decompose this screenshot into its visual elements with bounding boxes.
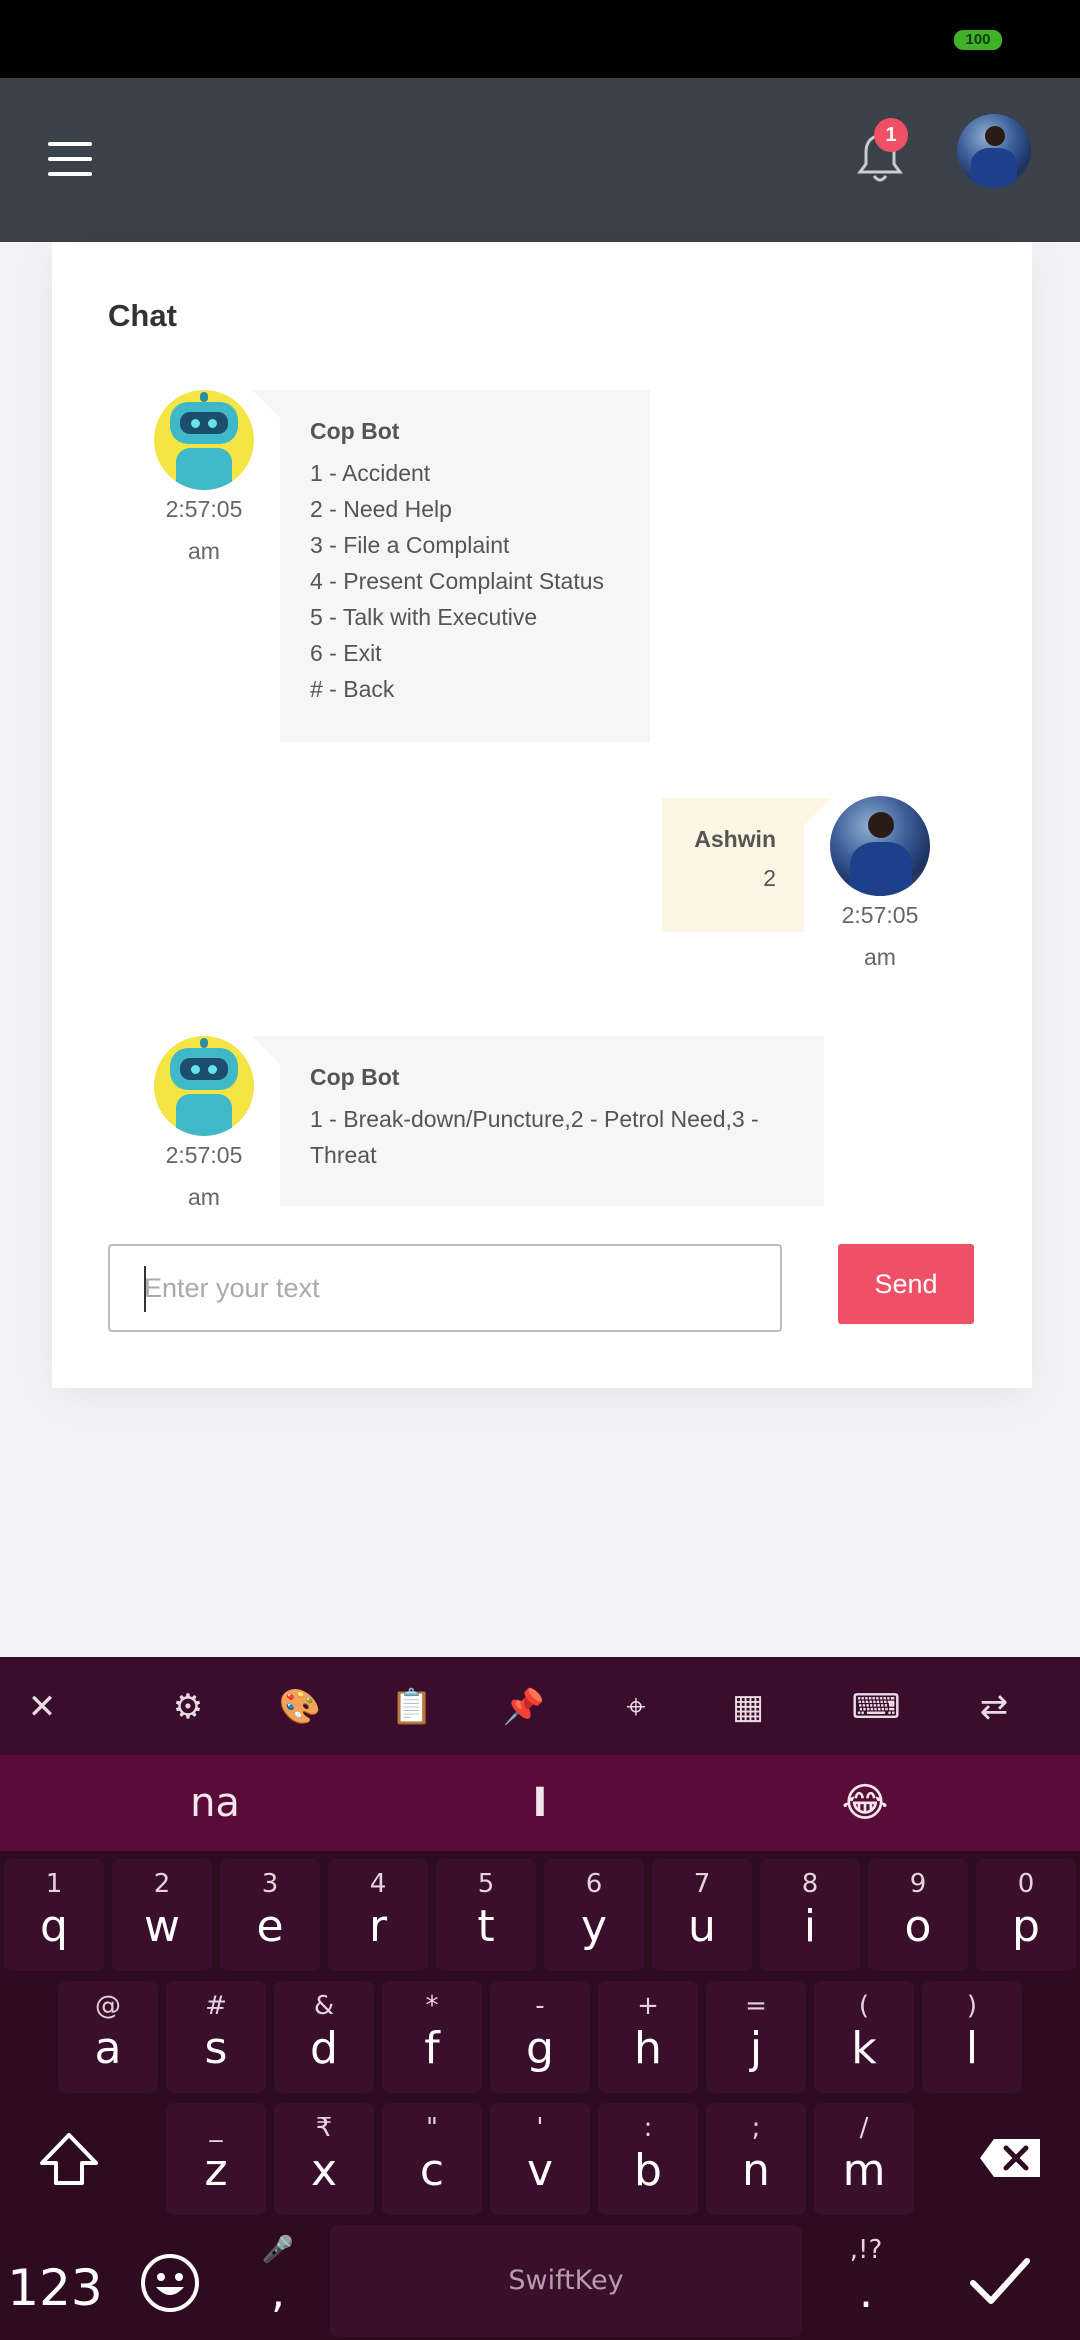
message-line: 6 - Exit (310, 640, 382, 666)
message-line: 1 - Accident (310, 460, 431, 486)
profile-avatar[interactable] (957, 114, 1031, 188)
message-time: 2:57:05 am (841, 902, 919, 970)
backspace-key[interactable] (946, 2103, 1076, 2215)
key[interactable]: 9o (868, 1859, 968, 1971)
key[interactable]: 6y (544, 1859, 644, 1971)
key[interactable]: ' v (490, 2103, 590, 2215)
key[interactable]: * f (382, 1981, 482, 2093)
spacebar[interactable]: SwiftKey (330, 2225, 802, 2337)
bubble-tail (804, 798, 832, 826)
key[interactable]: :b (598, 2103, 698, 2215)
gear-icon[interactable]: ⚙ (166, 1687, 210, 1727)
message-line: 1 - Break-down/Puncture,2 - Petrol Need,… (310, 1106, 759, 1132)
bot-message-bubble: Cop Bot 1 - Accident 2 - Need Help 3 - F… (280, 390, 650, 742)
message-input[interactable]: Enter your text (108, 1244, 782, 1332)
notification-badge: 1 (874, 118, 908, 152)
key[interactable]: " c (382, 2103, 482, 2215)
keyboard-toolbar: ✕ ⚙ 🎨 📋 📌 ⌖ ▦ ⌨ ⇄ (0, 1657, 1080, 1755)
chat-card: Chat 2:57:05 am Cop Bot 1 - Accident 2 - … (52, 242, 1032, 1388)
key[interactable]: 2w (112, 1859, 212, 1971)
key[interactable]: 5t (436, 1859, 536, 1971)
microphone-icon: 🎤 (261, 2235, 295, 2265)
checkmark-icon (970, 2258, 1030, 2304)
message-line: 2 - Need Help (310, 496, 452, 522)
bot-avatar (154, 390, 254, 490)
key[interactable]: 3e (220, 1859, 320, 1971)
shift-icon (40, 2133, 98, 2185)
clipboard-icon[interactable]: 📋 (390, 1687, 434, 1727)
key[interactable]: 0p (976, 1859, 1076, 1971)
message-line: # - Back (310, 676, 395, 702)
key[interactable]: 8i (760, 1859, 860, 1971)
user-message-bubble: Ashwin 2 (662, 798, 804, 932)
key[interactable]: = j (706, 1981, 806, 2093)
backspace-icon (980, 2139, 1040, 2177)
input-placeholder: Enter your text (144, 1273, 320, 1303)
keyboard-icon[interactable]: ⌨ (848, 1687, 904, 1727)
close-icon[interactable]: ✕ (20, 1687, 64, 1727)
battery-indicator: 100 (954, 30, 1002, 50)
key[interactable]: ) l (922, 1981, 1022, 2093)
period-key[interactable]: ,!?. (816, 2225, 916, 2337)
key[interactable]: -g (490, 1981, 590, 2093)
suggestion[interactable]: na (0, 1755, 430, 1851)
key[interactable]: ; n (706, 2103, 806, 2215)
translate-icon[interactable]: ⇄ (972, 1687, 1016, 1727)
suggestion[interactable]: 😂 (650, 1755, 1080, 1851)
user-avatar (830, 796, 930, 896)
message-sender: Cop Bot (310, 1064, 400, 1090)
key[interactable]: / m (814, 2103, 914, 2215)
message-sender: Cop Bot (310, 418, 400, 444)
location-icon[interactable]: ⌖ (614, 1687, 658, 1727)
shift-key[interactable] (4, 2103, 134, 2215)
message-line: Threat (310, 1142, 377, 1168)
send-button[interactable]: Send (838, 1244, 974, 1324)
message-time: 2:57:05 am (165, 1142, 243, 1210)
message-sender: Ashwin (694, 826, 776, 852)
key[interactable]: # s (166, 1981, 266, 2093)
bubble-tail (252, 390, 280, 418)
text-caret (144, 1266, 146, 1312)
key[interactable]: ₹ x (274, 2103, 374, 2215)
numbers-key[interactable]: 123 (0, 2225, 110, 2337)
comma-key[interactable]: 🎤 , (228, 2225, 328, 2337)
pin-icon[interactable]: 📌 (502, 1687, 546, 1727)
emoji-key[interactable] (120, 2225, 220, 2337)
key[interactable]: @ a (58, 1981, 158, 2093)
bot-avatar (154, 1036, 254, 1136)
suggestion[interactable]: I (430, 1755, 650, 1851)
key[interactable]: (k (814, 1981, 914, 2093)
bubble-tail (252, 1036, 280, 1064)
message-line: 5 - Talk with Executive (310, 604, 538, 630)
message-line: 4 - Present Complaint Status (310, 568, 605, 594)
message-line: 3 - File a Complaint (310, 532, 510, 558)
message-line: 2 (763, 865, 776, 891)
palette-icon[interactable]: 🎨 (278, 1687, 322, 1727)
key[interactable]: & d (274, 1981, 374, 2093)
key[interactable]: + h (598, 1981, 698, 2093)
smiley-icon (141, 2254, 199, 2312)
page-title: Chat (108, 298, 177, 333)
key[interactable]: 1q (4, 1859, 104, 1971)
status-bar: 100 (0, 0, 1080, 78)
enter-key[interactable] (940, 2225, 1060, 2337)
keyboard: ✕ ⚙ 🎨 📋 📌 ⌖ ▦ ⌨ ⇄ na I 😂 1q 2w 3e 4r 5t … (0, 1657, 1080, 2340)
key[interactable]: _ z (166, 2103, 266, 2215)
message-time: 2:57:05 am (165, 496, 243, 564)
key[interactable]: 4r (328, 1859, 428, 1971)
key[interactable]: 7u (652, 1859, 752, 1971)
app-header: 1 (0, 78, 1080, 242)
bot-message-bubble: Cop Bot 1 - Break-down/Puncture,2 - Petr… (280, 1036, 824, 1206)
calendar-icon[interactable]: ▦ (726, 1687, 770, 1727)
hamburger-icon[interactable] (48, 142, 92, 176)
suggestion-bar: na I 😂 (0, 1755, 1080, 1851)
